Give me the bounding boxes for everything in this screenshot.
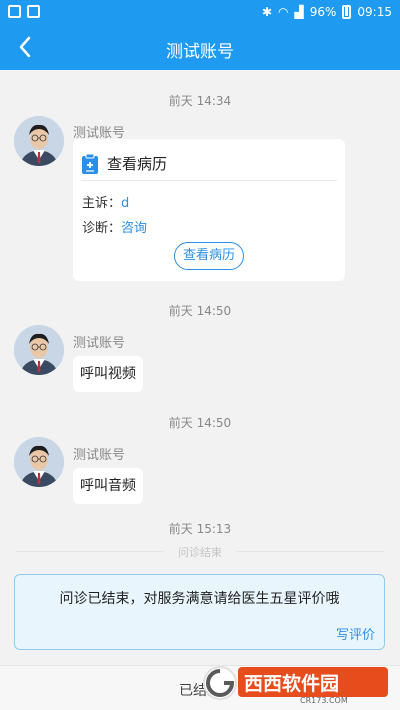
message-timestamp: 前天 14:50 [168, 304, 232, 318]
write-review-link[interactable]: 写评价 [336, 624, 375, 643]
shopping-bag-notification-icon [27, 5, 40, 18]
chat-area[interactable]: 前天 14:34 测试账号 查看病历 主诉：d 诊断：咨询 查看病历 前天 14… [0, 70, 400, 710]
chief-complaint-label: 主诉： [82, 196, 122, 211]
battery-icon [342, 5, 352, 19]
clock: 09:15 [357, 5, 392, 19]
gallery-notification-icon [8, 5, 21, 18]
card-title: 查看病历 [107, 155, 168, 173]
status-bar: ✱ ◠ ▟ 96% 09:15 [0, 0, 400, 26]
consultation-ended-divider: 问诊结束 [178, 546, 222, 559]
message-timestamp: 前天 14:34 [168, 94, 232, 108]
chief-complaint-value: d [121, 196, 130, 211]
rating-prompt: 问诊已结束，对服务满意请给医生五星评价哦 写评价 [14, 574, 385, 650]
watermark-subtext: CR173.COM [300, 696, 348, 705]
page-title: 测试账号 [166, 42, 234, 62]
doctor-portrait-icon [14, 325, 64, 375]
watermark-text: 西西软件园 [244, 672, 339, 695]
battery-percentage: 96% [309, 5, 337, 19]
chief-complaint-row: 主诉：d [82, 192, 129, 211]
message-timestamp: 前天 15:13 [168, 522, 232, 536]
diagnosis-label: 诊断： [82, 221, 122, 236]
clipboard-icon [82, 153, 98, 174]
doctor-avatar[interactable] [14, 325, 64, 375]
diagnosis-row: 诊断：咨询 [82, 217, 147, 236]
view-record-button[interactable]: 查看病历 [174, 242, 244, 270]
message-timestamp: 前天 14:50 [168, 416, 232, 430]
medical-record-card[interactable]: 查看病历 主诉：d 诊断：咨询 查看病历 [73, 139, 345, 281]
doctor-portrait-icon [14, 116, 64, 166]
rating-message: 问诊已结束，对服务满意请给医生五星评价哦 [59, 591, 340, 607]
sender-name: 测试账号 [73, 448, 126, 463]
signal-icon: ▟ [294, 5, 304, 19]
divider-line [236, 551, 384, 552]
message-bubble[interactable]: 呼叫音频 [73, 468, 143, 504]
watermark-logo-image: 西西软件园 CR173.COM [203, 666, 388, 705]
sender-name: 测试账号 [73, 336, 126, 351]
bluetooth-icon: ✱ [261, 5, 273, 19]
message-bubble[interactable]: 呼叫视频 [73, 356, 143, 392]
doctor-avatar[interactable] [14, 116, 64, 166]
diagnosis-value: 咨询 [121, 221, 148, 236]
app-bar: 测试账号 [0, 26, 400, 70]
watermark-logo: 西西软件园 CR173.COM [200, 661, 390, 705]
doctor-avatar[interactable] [14, 437, 64, 487]
wifi-icon: ◠ [278, 5, 289, 19]
doctor-portrait-icon [14, 437, 64, 487]
